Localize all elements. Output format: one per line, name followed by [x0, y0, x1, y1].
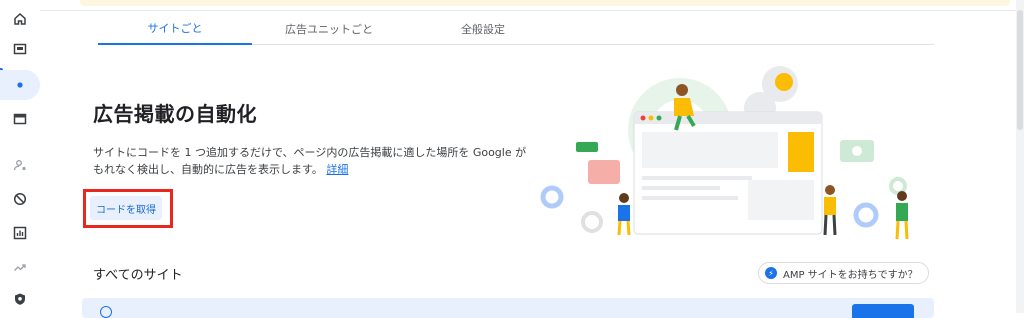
person-figure [825, 185, 835, 195]
header-divider [40, 10, 1024, 11]
coin-icon [775, 73, 793, 91]
nav-optimization[interactable] [0, 252, 40, 282]
gear-icon [581, 211, 603, 233]
nav-policy[interactable] [0, 284, 40, 314]
overview-icon [13, 43, 27, 55]
nav-blocking[interactable] [0, 184, 40, 214]
auto-ads-illustration [540, 66, 909, 240]
nav-rail [0, 0, 40, 313]
ad-units-icon [13, 113, 27, 125]
get-code-button[interactable]: コードを取得 [90, 196, 162, 220]
nav-reports[interactable] [0, 218, 40, 248]
ad-card [588, 160, 620, 184]
info-banner [82, 298, 934, 318]
section-title-all-sites: すべてのサイト [93, 268, 183, 283]
sites-icon [17, 82, 23, 88]
blocking-icon [13, 192, 27, 206]
gear-icon [889, 177, 907, 195]
person-figure [619, 193, 629, 203]
page-title: 広告掲載の自動化 [93, 102, 257, 126]
nav-privacy[interactable] [0, 150, 40, 180]
description-text: サイトにコードを 1 つ追加するだけで、ページ内の広告掲載に適した場所を Goo… [93, 146, 527, 176]
info-banner-button[interactable] [852, 304, 914, 318]
tab-by-site[interactable]: サイトごと [98, 12, 252, 45]
person-figure [676, 84, 688, 96]
scrollbar-thumb[interactable] [1017, 10, 1023, 130]
content-block [642, 132, 778, 168]
ad-slot [788, 132, 814, 172]
tab-bar: サイトごと 広告ユニットごと 全般設定 [98, 12, 934, 45]
info-icon [100, 306, 112, 318]
reports-icon [13, 226, 27, 240]
gear-icon [540, 185, 564, 209]
nav-sites[interactable] [0, 70, 40, 100]
amp-chip[interactable]: ⚡ AMP サイトをお持ちですか？ [758, 262, 929, 284]
person-figure [897, 191, 907, 201]
hero-description: サイトにコードを 1 つ追加するだけで、ページ内の広告掲載に適した場所を Goo… [93, 144, 533, 178]
optimization-icon [14, 264, 26, 271]
nav-overview[interactable] [0, 34, 40, 64]
content-block [748, 180, 814, 220]
scrollbar[interactable] [1016, 0, 1024, 313]
amp-chip-label: AMP サイトをお持ちですか？ [783, 269, 918, 281]
policy-icon [15, 293, 25, 305]
nav-ad-units[interactable] [0, 104, 40, 134]
gear-icon [853, 202, 879, 228]
tab-general-settings[interactable]: 全般設定 [406, 12, 560, 45]
home-icon [14, 12, 26, 25]
nav-home[interactable] [0, 4, 40, 34]
tab-by-ad-unit[interactable]: 広告ユニットごと [252, 12, 406, 45]
amp-icon: ⚡ [765, 267, 777, 279]
learn-more-link[interactable]: 詳細 [326, 163, 348, 176]
ad-card [576, 142, 598, 152]
notification-banner-edge [80, 0, 1010, 6]
privacy-icon [13, 160, 26, 171]
